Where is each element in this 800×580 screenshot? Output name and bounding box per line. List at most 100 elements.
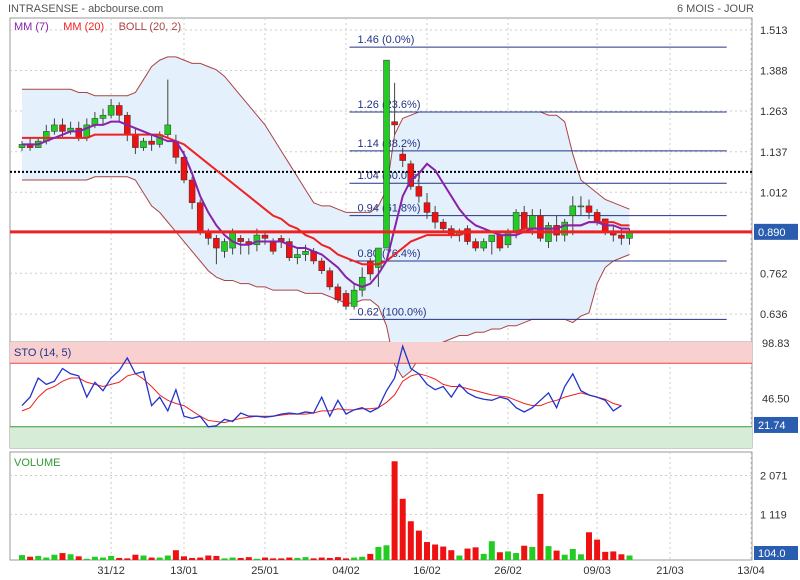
y-tick-label: 1.012 bbox=[760, 187, 788, 199]
volume-bar bbox=[205, 555, 212, 560]
candle-body bbox=[480, 241, 487, 249]
volume-bar bbox=[456, 555, 463, 560]
candle-body bbox=[367, 260, 374, 275]
volume-bar bbox=[577, 554, 584, 560]
last-price-value: 0.890 bbox=[758, 227, 786, 239]
candle-body bbox=[520, 212, 528, 229]
x-tick-label: 26/02 bbox=[494, 565, 522, 577]
fibonacci-label: 1.46 (0.0%) bbox=[358, 34, 415, 46]
x-tick-label: 31/12 bbox=[97, 565, 125, 577]
candle-body bbox=[529, 215, 536, 229]
candle-body bbox=[148, 140, 155, 145]
volume-bar bbox=[391, 461, 398, 560]
volume-bar bbox=[334, 557, 341, 560]
candle-body bbox=[439, 221, 447, 229]
volume-bar bbox=[91, 556, 98, 560]
volume-bar bbox=[505, 551, 511, 560]
candle-body bbox=[107, 105, 115, 116]
volume-bar bbox=[602, 551, 609, 560]
candle-body bbox=[472, 241, 479, 249]
candle-body bbox=[164, 124, 172, 135]
y-tick-label: 0.762 bbox=[760, 268, 788, 280]
candle-body bbox=[585, 205, 593, 213]
volume-bar bbox=[310, 558, 317, 560]
volume-y-tick: 1 119 bbox=[760, 509, 787, 521]
volume-bar bbox=[67, 554, 74, 560]
candle-body bbox=[383, 59, 390, 249]
x-tick-label: 21/03 bbox=[656, 565, 684, 577]
volume-bar bbox=[480, 553, 487, 560]
candle-body bbox=[213, 238, 220, 249]
volume-bar bbox=[43, 557, 50, 560]
candle-body bbox=[391, 121, 398, 126]
x-tick-label: 13/01 bbox=[170, 565, 198, 577]
legend-item: MM (7) bbox=[14, 21, 49, 33]
candle-body bbox=[294, 254, 301, 259]
candle-body bbox=[358, 276, 366, 291]
volume-bar bbox=[586, 532, 592, 560]
stock-chart: 31/12 13/01 25/01 04/02 16/02 26/02 09/03 21/03… bbox=[9, 17, 798, 577]
volume-bar bbox=[448, 550, 455, 560]
candle-body bbox=[318, 260, 325, 271]
volume-bar bbox=[464, 548, 471, 560]
candle-body bbox=[132, 134, 139, 148]
candle-body bbox=[350, 289, 358, 307]
volume-bar bbox=[132, 554, 139, 560]
volume-bar bbox=[399, 498, 406, 560]
candle-body bbox=[334, 286, 342, 301]
volume-bar bbox=[610, 551, 617, 560]
candle-body bbox=[302, 251, 309, 255]
sto-oversold-zone bbox=[10, 426, 752, 448]
volume-bar bbox=[326, 557, 333, 560]
candle-body bbox=[415, 186, 423, 197]
volume-bar bbox=[35, 555, 42, 560]
y-tick-label: 0.636 bbox=[760, 309, 788, 321]
volume-bar bbox=[19, 555, 25, 560]
volume-bar bbox=[164, 555, 171, 560]
candle-body bbox=[196, 202, 204, 233]
candle-body bbox=[504, 231, 512, 246]
volume-title: VOLUME bbox=[14, 457, 60, 469]
candle-body bbox=[140, 140, 147, 148]
volume-bar bbox=[100, 557, 106, 560]
volume-bar bbox=[488, 541, 495, 560]
volume-bar bbox=[213, 555, 220, 560]
volume-bar bbox=[124, 558, 131, 560]
volume-y-tick: 2 071 bbox=[760, 471, 788, 483]
x-tick-label: 16/02 bbox=[413, 565, 441, 577]
candle-body bbox=[51, 124, 58, 132]
volume-bar bbox=[359, 556, 366, 560]
volume-bar bbox=[367, 553, 374, 560]
volume-bar bbox=[513, 553, 520, 560]
volume-bar bbox=[140, 555, 147, 560]
x-tick-label: 25/01 bbox=[251, 565, 279, 577]
y-tick-label: 1.137 bbox=[760, 147, 788, 159]
candle-body bbox=[399, 153, 406, 161]
volume-bar bbox=[116, 557, 123, 560]
legend-item: MM (20) bbox=[63, 21, 104, 33]
x-tick-label: 04/02 bbox=[332, 565, 360, 577]
volume-bar bbox=[569, 548, 576, 560]
volume-bar bbox=[594, 539, 601, 560]
sto-last-value: 21.74 bbox=[758, 420, 786, 432]
volume-bar bbox=[51, 554, 58, 560]
volume-bar bbox=[156, 557, 163, 560]
x-tick-label: 13/04 bbox=[737, 565, 765, 577]
volume-bar bbox=[553, 550, 560, 560]
candle-body bbox=[618, 234, 625, 239]
volume-bar bbox=[270, 558, 277, 560]
candle-body bbox=[496, 234, 504, 249]
sto-title: STO (14, 5) bbox=[14, 347, 71, 359]
volume-bar bbox=[545, 546, 552, 560]
volume-bar bbox=[529, 546, 536, 560]
candle-body bbox=[99, 114, 107, 119]
volume-bar bbox=[343, 558, 349, 560]
volume-bar bbox=[221, 558, 228, 560]
volume-bar bbox=[472, 547, 479, 560]
volume-bar bbox=[375, 546, 382, 560]
candle-body bbox=[237, 238, 244, 242]
volume-bar bbox=[83, 558, 90, 560]
candle-body bbox=[59, 124, 66, 132]
volume-bar bbox=[229, 557, 236, 560]
candle-body bbox=[593, 212, 601, 223]
